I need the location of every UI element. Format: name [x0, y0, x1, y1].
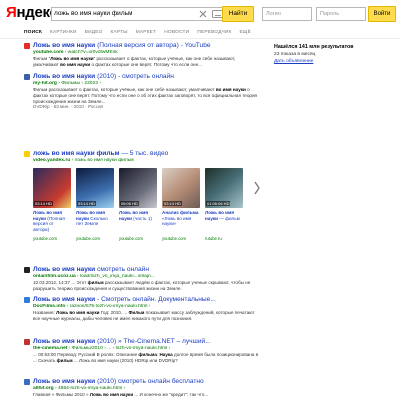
video-source: youtube.com [119, 236, 143, 241]
tab-translate[interactable]: ПЕРЕВОДЧИК [197, 28, 231, 37]
result-title[interactable]: Ложь во имя науки (2010) » The-Cinema.NE… [24, 338, 264, 346]
tab-search[interactable]: ПОИСК [24, 28, 42, 37]
video-favicon-icon [24, 151, 30, 157]
video-source: youtube.com [162, 236, 186, 241]
login-field[interactable]: Логин [262, 7, 312, 21]
result-title[interactable]: Ложь во имя науки смотреть онлайн [24, 266, 264, 274]
shows-per-month: 23 показа в месяц [274, 52, 316, 57]
allhit-favicon-icon [24, 379, 30, 385]
myhit-favicon-icon [24, 74, 30, 80]
video-title[interactable]: Ложь во имя науки Сколько лет Земле [76, 210, 114, 227]
result-title[interactable]: Ложь во имя науки (2010) - смотреть онла… [24, 73, 264, 81]
result-url[interactable]: video.yandex.ru › ложь во имя науки филь… [33, 158, 264, 164]
tab-news[interactable]: НОВОСТИ [164, 28, 189, 37]
results-count: Нашёлся 141 млн результатов [274, 44, 354, 50]
result-snippet: Фильм рассказывает о фактах, которые учё… [33, 87, 258, 104]
video-title[interactable]: Анализ фильма «Ложь во имя науки» [162, 210, 200, 227]
header: Яндекс Найти Логин Пароль Войти [0, 0, 400, 28]
video-thumbnail[interactable]: 08:06 HD [119, 168, 157, 208]
video-thumbnail[interactable]: 53:14 HD [162, 168, 200, 208]
clear-icon[interactable] [198, 9, 208, 19]
tab-video[interactable]: ВИДЕО [85, 28, 103, 37]
result-item: Ложь во имя науки - Смотреть онлайн. Док… [24, 296, 264, 322]
video-thumbnail[interactable]: 53:14 HD [76, 168, 114, 208]
tab-market[interactable]: МАРКЕТ [136, 28, 157, 37]
result-item: Ложь во имя науки (Полная версия от авто… [24, 42, 264, 68]
chevron-right-icon[interactable] [253, 180, 261, 196]
docfilms-favicon-icon [24, 297, 30, 303]
result-item: Ложь во имя науки (2010) - смотреть онла… [24, 73, 264, 110]
result-item: Ложь во имя науки смотреть онлайн onlain… [24, 266, 264, 292]
advertise-link[interactable]: Дать объявление [274, 58, 394, 65]
cinema-favicon-icon [24, 339, 30, 345]
video-result: ложь во имя науки фильм — 5 тыс. видео v… [24, 150, 264, 265]
result-title[interactable]: Ложь во имя науки (2010) смотреть онлайн… [24, 378, 264, 386]
result-snippet: Название: Ложь во имя науки Год: 2010. .… [33, 310, 255, 321]
logo-letter: Я [6, 4, 17, 21]
video-thumbnail[interactable]: 01:06:06 HD [205, 168, 243, 208]
tab-more[interactable]: ЕЩЁ [240, 28, 252, 37]
tab-images[interactable]: КАРТИНКИ [50, 28, 77, 37]
yandex-logo[interactable]: Яндекс [6, 4, 58, 22]
result-meta: DVDRip · 53 мин. · 2010 · Россия [33, 104, 104, 110]
result-snippet: 10.03.2012, 14:37 ... Этот фильм рассказ… [33, 280, 251, 291]
result-snippet: ... 00:53:00 Перевод: Русский В ролях: О… [33, 352, 259, 363]
site-favicon-icon [24, 267, 30, 273]
video-source: youtube.com [33, 236, 57, 241]
find-button[interactable]: Найти [222, 6, 254, 22]
tab-maps[interactable]: КАРТЫ [111, 28, 128, 37]
youtube-favicon-icon [24, 43, 30, 49]
video-title[interactable]: Ложь во имя науки (часть 1) [119, 210, 157, 221]
search-box [51, 7, 232, 21]
result-title[interactable]: ложь во имя науки фильм — 5 тыс. видео [24, 150, 264, 158]
result-item: Ложь во имя науки (2010) » The-Cinema.NE… [24, 338, 264, 364]
result-title[interactable]: Ложь во имя науки (Полная версия от авто… [24, 42, 264, 50]
password-field[interactable]: Пароль [316, 7, 366, 21]
video-title[interactable]: Ложь во имя науки — фильм [205, 210, 243, 221]
result-snippet: Фильм "Ложь во имя науки" рассказывает о… [33, 56, 236, 67]
video-strip: 53:14 HD 53:14 HD 08:06 HD 53:14 HD 01:0… [33, 168, 261, 258]
login-button[interactable]: Войти [368, 6, 396, 22]
search-input[interactable] [54, 8, 194, 20]
nav-divider [0, 38, 400, 39]
results-sidebar: Нашёлся 141 млн результатов 23 показа в … [274, 44, 394, 65]
nav-tabs: ПОИСК КАРТИНКИ ВИДЕО КАРТЫ МАРКЕТ НОВОСТ… [24, 28, 259, 37]
result-item: Ложь во имя науки (2010) смотреть онлайн… [24, 378, 264, 398]
video-source: youtube.com [76, 236, 100, 241]
video-source: rutube.ru [205, 236, 222, 241]
result-snippet: Главная » Фильмы 2010 » Ложь во имя наук… [33, 392, 209, 397]
video-thumbnail[interactable]: 53:14 HD [33, 168, 71, 208]
result-title[interactable]: Ложь во имя науки - Смотреть онлайн. Док… [24, 296, 264, 304]
nav-bar: ПОИСК КАРТИНКИ ВИДЕО КАРТЫ МАРКЕТ НОВОСТ… [0, 28, 400, 38]
video-title[interactable]: Ложь во имя науки (Полная версия от авто… [33, 210, 71, 232]
